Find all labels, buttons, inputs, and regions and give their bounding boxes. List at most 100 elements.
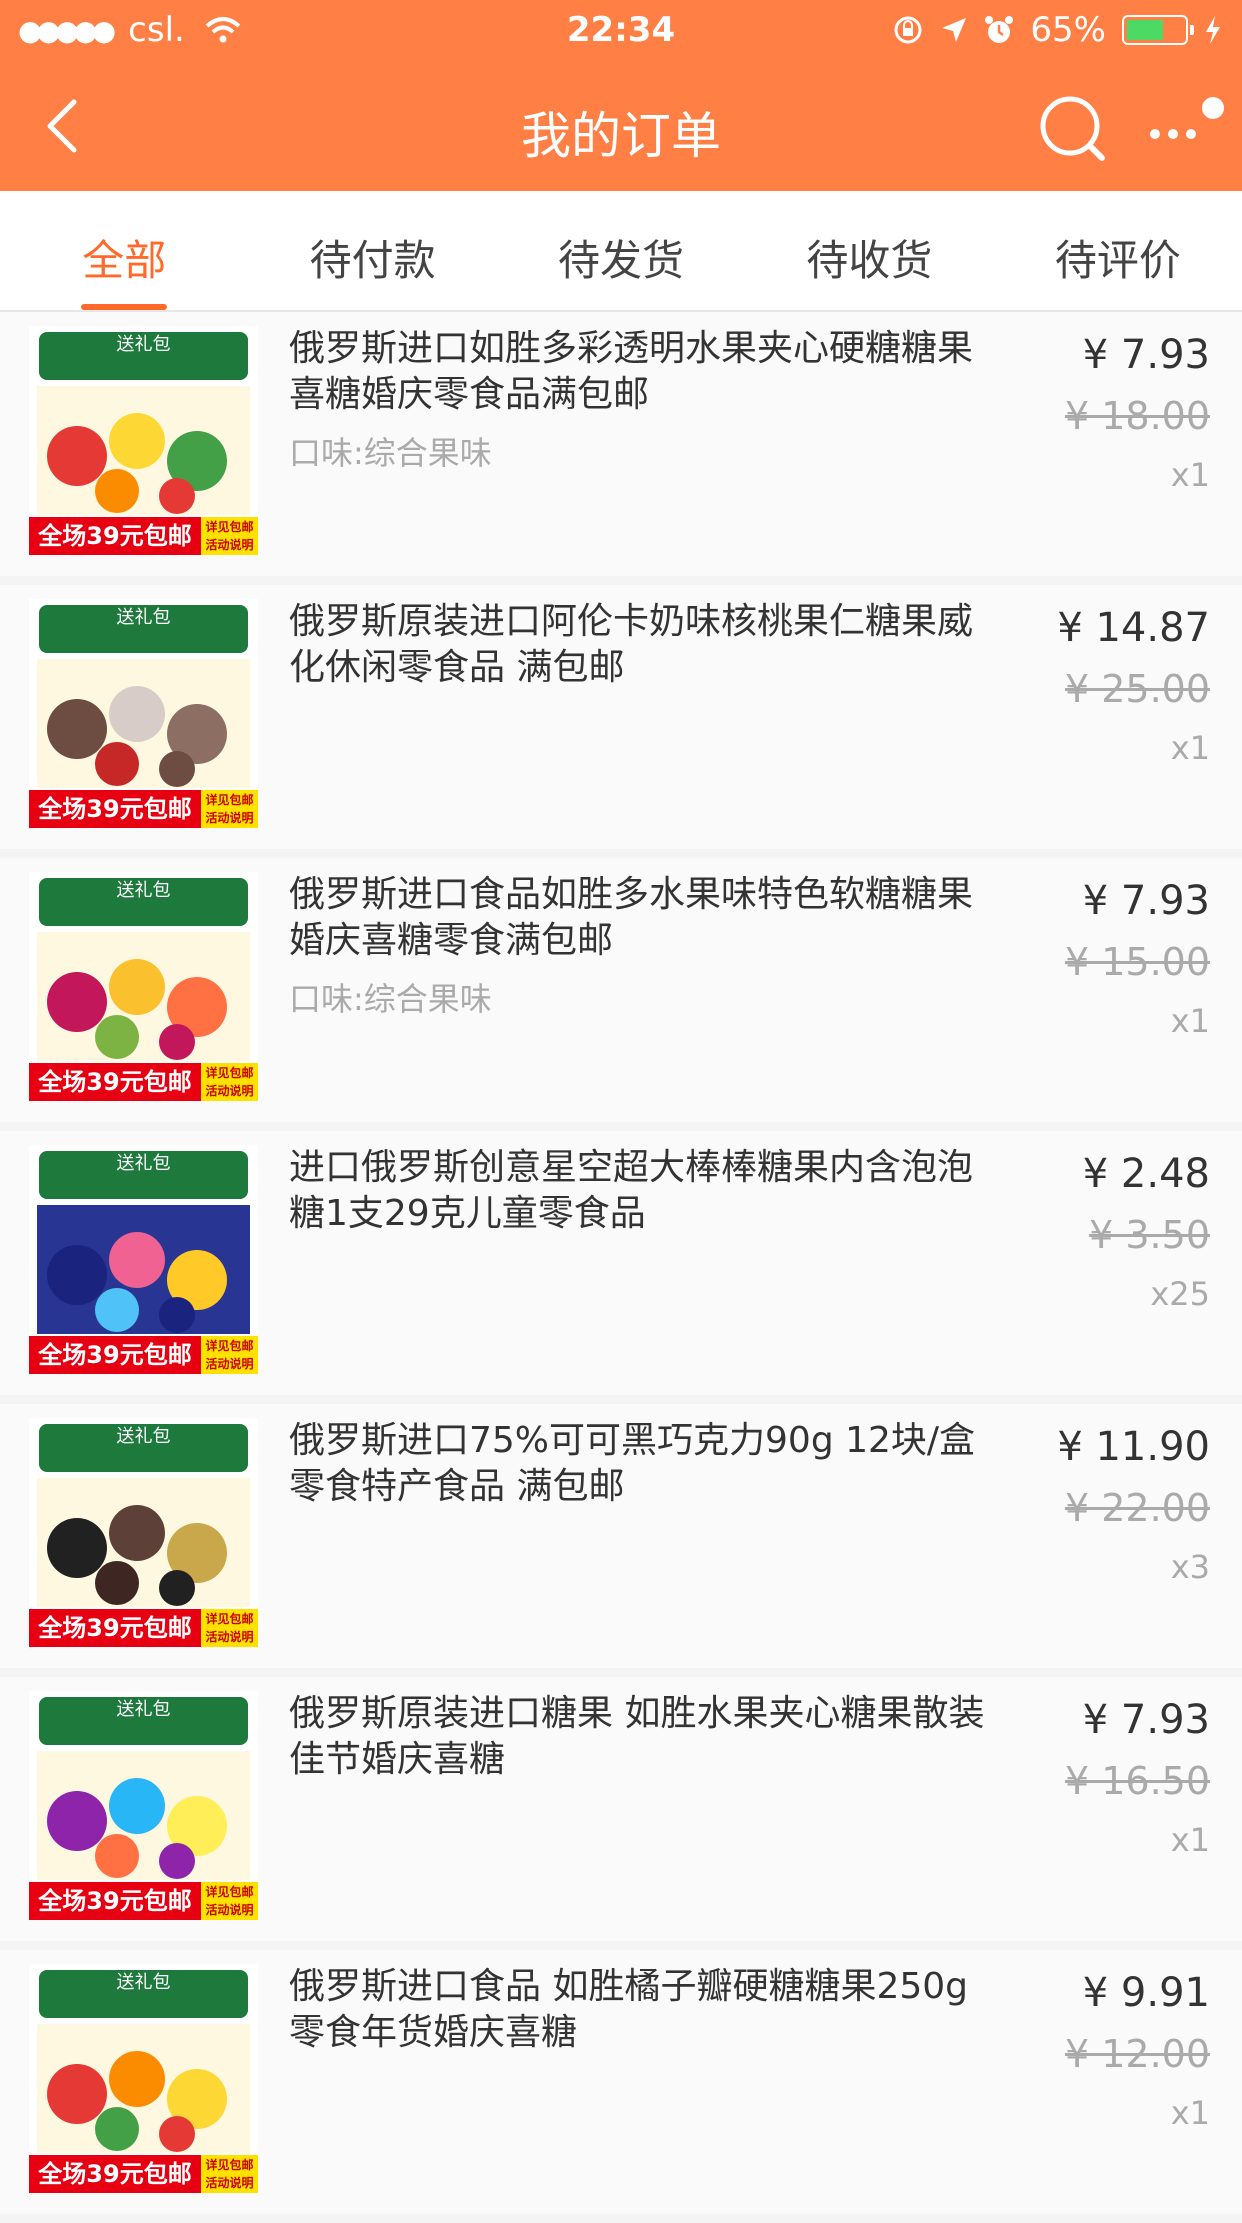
tab-all[interactable]: 全部: [0, 191, 248, 310]
product-price: ¥ 14.87: [1057, 605, 1210, 651]
gift-banner-text: 送礼包: [116, 1972, 171, 1993]
original-price: ¥ 25.00: [1064, 667, 1210, 711]
gift-banner-text: 送礼包: [116, 1426, 171, 1447]
product-thumbnail[interactable]: 送礼包全场39元包邮 详见包邮 活动说明: [29, 1964, 258, 2193]
product-image: [37, 659, 250, 788]
promo-side-label: 详见包邮 活动说明: [201, 1882, 258, 1920]
original-price: ¥ 16.50: [1064, 1759, 1210, 1803]
nav-bar: 我的订单: [0, 62, 1242, 191]
promo-side-label: 详见包邮 活动说明: [201, 2155, 258, 2193]
original-price: ¥ 3.50: [1089, 1213, 1210, 1257]
product-image: [37, 386, 250, 515]
product-image: [37, 932, 250, 1061]
alarm-icon: [985, 16, 1014, 43]
tab-pending-shipment[interactable]: 待发货: [497, 191, 745, 310]
product-image: [37, 2024, 250, 2153]
promo-label: 全场39元包邮: [29, 1063, 201, 1101]
order-item[interactable]: 送礼包 全场39元包邮 详见包邮 活动说明 俄罗斯进口食品如胜多水果味特色软糖糖果 婚…: [0, 858, 1242, 1122]
product-thumbnail[interactable]: 送礼包全场39元包邮 详见包邮 活动说明: [29, 599, 258, 828]
product-name: 俄罗斯进口食品如胜多水果味特色软糖糖果 婚庆喜糖零食满包邮: [289, 874, 974, 961]
original-price: ¥ 15.00: [1064, 940, 1210, 984]
order-item[interactable]: 送礼包 全场39元包邮 详见包邮 活动说明 俄罗斯原装进口阿伦卡奶味核桃果仁糖果威化休…: [0, 585, 1242, 849]
tab-pending-review[interactable]: 待评价: [994, 191, 1242, 310]
search-icon[interactable]: [1036, 92, 1110, 166]
product-quantity: x1: [1170, 1002, 1210, 1040]
charging-icon: [1206, 16, 1220, 44]
product-name: 俄罗斯原装进口糖果 如胜水果夹心糖果散装佳节婚庆喜糖: [289, 1693, 985, 1780]
product-name: 俄罗斯进口如胜多彩透明水果夹心硬糖糖果 喜糖婚庆零食品满包邮: [289, 328, 974, 415]
gift-banner: 送礼包: [39, 1151, 248, 1199]
gift-banner-text: 送礼包: [116, 1153, 171, 1174]
battery-fill: [1127, 20, 1164, 40]
order-item[interactable]: 送礼包 全场39元包邮 详见包邮 活动说明 俄罗斯进口75%可可黑巧克力90g 12块…: [0, 1404, 1242, 1668]
order-item[interactable]: 送礼包 全场39元包邮 详见包邮 活动说明 俄罗斯进口食品 如胜橘子瓣硬糖糖果250g…: [0, 1950, 1242, 2214]
product-price: ¥ 7.93: [1082, 1697, 1210, 1743]
product-thumbnail[interactable]: 送礼包全场39元包邮 详见包邮 活动说明: [29, 1418, 258, 1647]
tab-label: 待收货: [806, 236, 933, 285]
original-price: ¥ 12.00: [1064, 2032, 1210, 2076]
product-price: ¥ 9.91: [1082, 1970, 1210, 2016]
product-quantity: x1: [1170, 2094, 1210, 2132]
product-spec: 口味:综合果味: [289, 980, 492, 1018]
promo-label: 全场39元包邮: [29, 2155, 201, 2193]
tab-pending-payment[interactable]: 待付款: [248, 191, 496, 310]
original-price: ¥ 18.00: [1064, 394, 1210, 438]
status-right: 65%: [892, 10, 1222, 50]
gift-banner-text: 送礼包: [116, 880, 171, 901]
product-image: [37, 1478, 250, 1607]
product-name: 进口俄罗斯创意星空超大棒棒糖果内含泡泡糖1支29克儿童零食品: [289, 1147, 974, 1234]
gift-banner: 送礼包: [39, 1970, 248, 2018]
gift-banner-text: 送礼包: [116, 607, 171, 628]
promo-side-label: 详见包邮 活动说明: [201, 1609, 258, 1647]
order-item[interactable]: 送礼包 全场39元包邮 详见包邮 活动说明 俄罗斯进口如胜多彩透明水果夹心硬糖糖果 喜…: [0, 312, 1242, 576]
product-image: [37, 1205, 250, 1334]
product-thumbnail[interactable]: 送礼包全场39元包邮 详见包邮 活动说明: [29, 326, 258, 555]
more-icon[interactable]: [1145, 94, 1225, 164]
battery-icon: [1122, 15, 1194, 45]
gift-banner: 送礼包: [39, 1697, 248, 1745]
product-spec: 口味:综合果味: [289, 434, 492, 472]
gift-banner: 送礼包: [39, 1424, 248, 1472]
product-price: ¥ 7.93: [1082, 878, 1210, 924]
battery-percent: 65%: [1030, 10, 1106, 50]
order-list: 送礼包 全场39元包邮 详见包邮 活动说明 俄罗斯进口如胜多彩透明水果夹心硬糖糖果 喜…: [0, 312, 1242, 2223]
promo-side-label: 详见包邮 活动说明: [201, 790, 258, 828]
gift-banner-text: 送礼包: [116, 334, 171, 355]
product-thumbnail[interactable]: 送礼包全场39元包邮 详见包邮 活动说明: [29, 1691, 258, 1920]
order-item[interactable]: 送礼包 全场39元包邮 详见包邮 活动说明 俄罗斯原装进口糖果 如胜水果夹心糖果散装佳…: [0, 1677, 1242, 1941]
promo-label: 全场39元包邮: [29, 1609, 201, 1647]
gift-banner: 送礼包: [39, 878, 248, 926]
promo-label: 全场39元包邮: [29, 517, 201, 555]
product-image: [37, 1751, 250, 1880]
product-name: 俄罗斯进口75%可可黑巧克力90g 12块/盒零食特产食品 满包邮: [289, 1420, 976, 1507]
rotation-lock-icon: [894, 16, 922, 44]
original-price: ¥ 22.00: [1064, 1486, 1210, 1530]
product-name: 俄罗斯原装进口阿伦卡奶味核桃果仁糖果威化休闲零食品 满包邮: [289, 601, 974, 688]
tab-label: 待评价: [1054, 236, 1181, 285]
tab-label: 全部: [82, 236, 167, 285]
product-price: ¥ 2.48: [1082, 1151, 1210, 1197]
promo-side-label: 详见包邮 活动说明: [201, 1063, 258, 1101]
gift-banner: 送礼包: [39, 332, 248, 380]
promo-label: 全场39元包邮: [29, 1882, 201, 1920]
status-bar: ●●●●● csl. 22:34 65%: [0, 0, 1242, 62]
product-quantity: x3: [1170, 1548, 1210, 1586]
promo-label: 全场39元包邮: [29, 1336, 201, 1374]
order-tabs: 全部 待付款 待发货 待收货 待评价: [0, 191, 1242, 312]
product-thumbnail[interactable]: 送礼包全场39元包邮 详见包邮 活动说明: [29, 872, 258, 1101]
tab-label: 待付款: [309, 236, 436, 285]
product-thumbnail[interactable]: 送礼包全场39元包邮 详见包邮 活动说明: [29, 1145, 258, 1374]
active-tab-indicator: [81, 304, 168, 310]
product-quantity: x1: [1170, 456, 1210, 494]
tab-pending-receipt[interactable]: 待收货: [745, 191, 993, 310]
gift-banner: 送礼包: [39, 605, 248, 653]
promo-label: 全场39元包邮: [29, 790, 201, 828]
product-price: ¥ 7.93: [1082, 332, 1210, 378]
tab-label: 待发货: [558, 236, 685, 285]
product-quantity: x1: [1170, 1821, 1210, 1859]
order-item[interactable]: 送礼包 全场39元包邮 详见包邮 活动说明 进口俄罗斯创意星空超大棒棒糖果内含泡泡糖1…: [0, 1131, 1242, 1395]
promo-side-label: 详见包邮 活动说明: [201, 1336, 258, 1374]
product-price: ¥ 11.90: [1057, 1424, 1210, 1470]
product-quantity: x25: [1150, 1275, 1210, 1313]
promo-side-label: 详见包邮 活动说明: [201, 517, 258, 555]
